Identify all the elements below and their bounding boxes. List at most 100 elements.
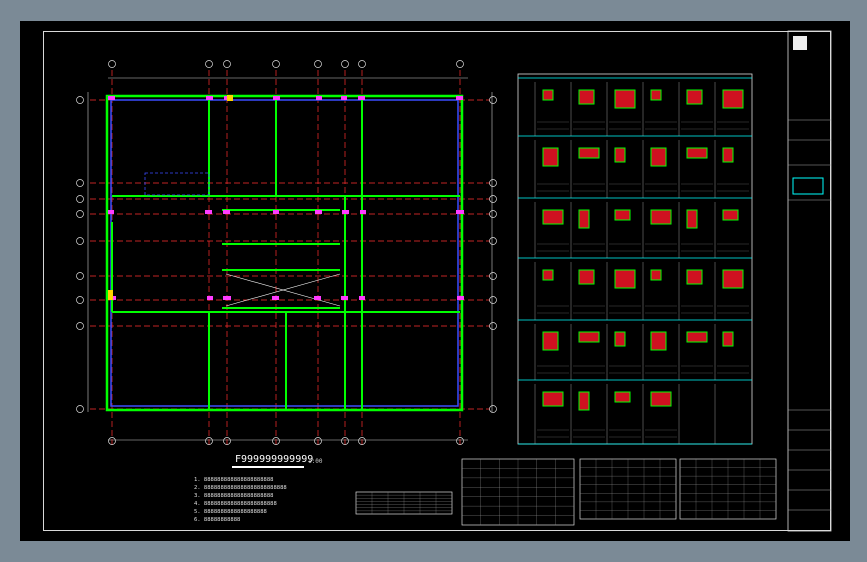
column-section bbox=[686, 331, 708, 343]
axis-bubble bbox=[272, 60, 280, 68]
column-section bbox=[650, 269, 662, 281]
column-section bbox=[542, 269, 554, 281]
axis-bubble bbox=[205, 60, 213, 68]
column-marker bbox=[359, 296, 363, 300]
axis-bubble bbox=[489, 210, 497, 218]
schedule-tables bbox=[355, 458, 777, 526]
axis-bubble bbox=[76, 96, 84, 104]
column-section bbox=[578, 391, 590, 411]
column-marker bbox=[341, 96, 345, 100]
column-marker bbox=[316, 96, 320, 100]
axis-bubble bbox=[314, 60, 322, 68]
column-detail-table bbox=[517, 73, 753, 445]
title-block-mark bbox=[792, 177, 824, 195]
column-section bbox=[722, 209, 739, 221]
note-line: 5. 8888888888888888888 bbox=[194, 509, 267, 515]
axis-bubble bbox=[76, 237, 84, 245]
axis-bubble bbox=[76, 195, 84, 203]
column-section bbox=[542, 89, 554, 101]
column-marker bbox=[360, 210, 364, 214]
notes-block: 1. 888888888888888888888 2. 888888888888… bbox=[194, 476, 287, 524]
column-section bbox=[578, 89, 595, 105]
column-section bbox=[650, 209, 672, 225]
axis-bubble bbox=[489, 322, 497, 330]
column-section bbox=[686, 209, 698, 229]
column-section bbox=[722, 89, 744, 109]
axis-bubble bbox=[489, 237, 497, 245]
axis-bubble bbox=[489, 272, 497, 280]
plan-title-underline bbox=[232, 466, 304, 468]
axis-bubble bbox=[76, 296, 84, 304]
note-line: 2. 8888888888888888888888888 bbox=[194, 485, 287, 491]
column-section bbox=[542, 147, 559, 167]
column-marker bbox=[227, 95, 233, 101]
column-section bbox=[650, 391, 672, 407]
column-section bbox=[578, 331, 600, 343]
column-section bbox=[578, 269, 595, 285]
column-marker bbox=[208, 210, 212, 214]
column-section bbox=[614, 331, 626, 347]
axis-bubble bbox=[76, 272, 84, 280]
plan-scale: 1:00 bbox=[308, 458, 323, 465]
title-block-frame bbox=[787, 30, 832, 532]
axis-bubble bbox=[358, 60, 366, 68]
plan-title: F999999999999 bbox=[235, 454, 314, 465]
note-line: 6. 88888888888 bbox=[194, 517, 241, 523]
logo-box bbox=[793, 36, 807, 50]
outer-wall bbox=[105, 94, 464, 412]
column-marker bbox=[207, 296, 211, 300]
axis-bubble bbox=[76, 405, 84, 413]
column-section bbox=[686, 147, 708, 159]
column-section bbox=[650, 331, 667, 351]
cad-drawing bbox=[76, 30, 832, 532]
column-section bbox=[542, 391, 564, 407]
plan-walls bbox=[105, 94, 464, 412]
dashed-room bbox=[144, 172, 210, 196]
axis-bubble bbox=[489, 179, 497, 187]
column-section bbox=[578, 147, 600, 159]
column-marker bbox=[108, 210, 112, 214]
axis-bubble bbox=[223, 60, 231, 68]
column-marker bbox=[274, 96, 278, 100]
column-section bbox=[650, 147, 667, 167]
axis-bubble bbox=[108, 60, 116, 68]
column-section bbox=[722, 147, 734, 163]
note-line: 1. 888888888888888888888 bbox=[194, 477, 274, 483]
column-section bbox=[614, 147, 626, 163]
column-section bbox=[614, 209, 631, 221]
inner-wall-line bbox=[110, 99, 459, 407]
column-marker bbox=[317, 296, 321, 300]
column-section bbox=[686, 89, 703, 105]
axis-bubble bbox=[456, 60, 464, 68]
column-section bbox=[614, 269, 636, 289]
column-marker bbox=[459, 96, 463, 100]
column-marker bbox=[109, 96, 113, 100]
column-section bbox=[722, 269, 744, 289]
axis-bubble bbox=[76, 210, 84, 218]
column-section bbox=[542, 209, 564, 225]
column-section bbox=[614, 391, 631, 403]
column-marker bbox=[224, 210, 228, 214]
column-section bbox=[686, 269, 703, 285]
title-block bbox=[787, 30, 832, 532]
column-marker bbox=[361, 96, 365, 100]
axis-bubble bbox=[489, 405, 497, 413]
column-marker bbox=[223, 296, 227, 300]
column-marker bbox=[345, 210, 349, 214]
column-marker bbox=[108, 290, 113, 300]
column-section bbox=[722, 331, 734, 347]
axis-bubble bbox=[341, 60, 349, 68]
axis-bubble bbox=[76, 179, 84, 187]
column-marker bbox=[318, 210, 322, 214]
column-marker bbox=[209, 96, 213, 100]
axis-bubble bbox=[489, 96, 497, 104]
grid-lines bbox=[87, 70, 493, 446]
note-line: 3. 888888888888888888888 bbox=[194, 493, 274, 499]
column-marker bbox=[275, 296, 279, 300]
axis-bubble bbox=[489, 296, 497, 304]
column-marker bbox=[456, 210, 460, 214]
axis-bubble bbox=[489, 195, 497, 203]
column-section bbox=[650, 89, 662, 101]
column-marker bbox=[273, 210, 277, 214]
column-section bbox=[542, 331, 559, 351]
